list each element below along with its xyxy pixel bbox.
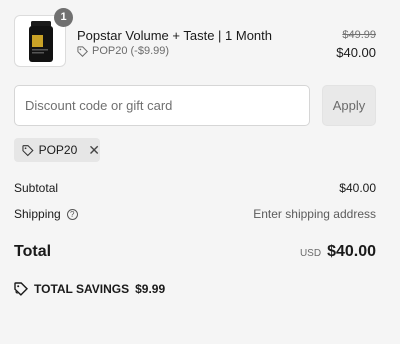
discount-code-input[interactable] <box>14 85 310 126</box>
subtotal-label: Subtotal <box>14 181 59 195</box>
tag-icon <box>14 282 28 296</box>
close-icon[interactable]: ✕ <box>88 143 100 157</box>
total-row: Total USD $40.00 <box>14 243 376 261</box>
shipping-value: Enter shipping address <box>253 207 376 221</box>
quantity-badge: 1 <box>54 8 73 27</box>
applied-discount-chip: POP20 ✕ <box>14 138 100 162</box>
tag-icon <box>77 45 88 57</box>
currency-code: USD <box>299 248 322 259</box>
subtotal-value: $40.00 <box>339 181 376 195</box>
discounted-price: $40.00 <box>336 45 376 60</box>
applied-code-label: POP20 <box>38 143 78 157</box>
tag-icon <box>22 144 34 156</box>
shipping-label: Shipping <box>14 207 61 221</box>
product-name: Popstar Volume + Taste | 1 Month <box>77 28 272 43</box>
line-discount: POP20 (-$9.99) <box>77 45 169 57</box>
savings-value: $9.99 <box>135 282 166 296</box>
total-amount: $40.00 <box>327 243 376 260</box>
savings-label: TOTAL SAVINGS <box>34 282 130 296</box>
total-label: Total <box>14 243 52 260</box>
apply-button[interactable]: Apply <box>322 85 376 126</box>
supplement-bottle-icon <box>29 21 53 62</box>
subtotal-row: Subtotal $40.00 <box>14 181 376 195</box>
original-price: $49.99 <box>342 29 376 41</box>
shipping-row: Shipping ? Enter shipping address <box>14 207 376 221</box>
cart-line-item: 1 Popstar Volume + Taste | 1 Month POP20… <box>14 8 376 67</box>
total-savings: TOTAL SAVINGS $9.99 <box>14 282 165 296</box>
line-discount-text: POP20 (-$9.99) <box>92 45 170 57</box>
info-icon[interactable]: ? <box>66 208 78 220</box>
